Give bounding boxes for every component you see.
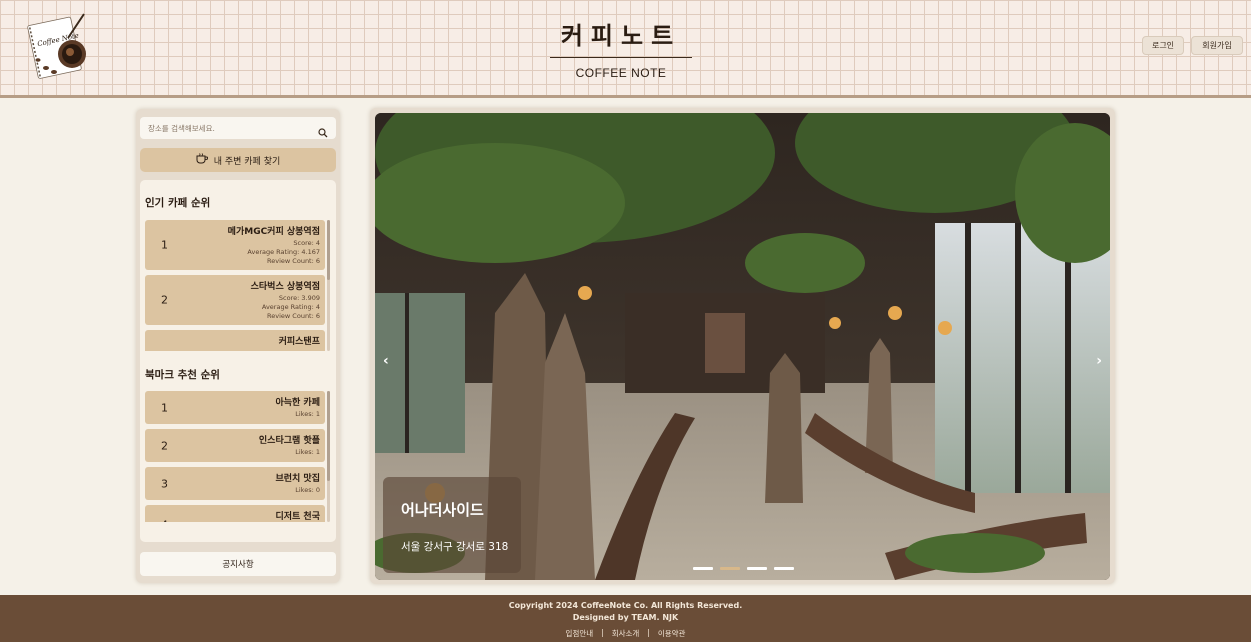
brand-title: 커피노트 COFFEE NOTE (550, 16, 692, 80)
site-footer: Copyright 2024 CoffeeNote Co. All Rights… (0, 595, 1251, 642)
popular-cafe-item[interactable]: 3 커피스탠프 (145, 330, 325, 351)
slide-caption: 어나더사이드 서울 강서구 강서로 318 (383, 477, 521, 573)
bookmark-likes: Likes: 1 (295, 410, 320, 418)
bookmark-scrollbar-thumb[interactable] (327, 391, 330, 481)
bookmark-item[interactable]: 3 브런치 맛집 Likes: 0 (145, 467, 325, 500)
cafe-name: 스타벅스 상봉역점 (250, 282, 320, 292)
footer-separator: | (647, 628, 650, 637)
cafe-carousel: ‹ › 어나더사이드 서울 강서구 강서로 318 (370, 108, 1115, 584)
cafe-address: 서울 강서구 강서로 318 (401, 541, 509, 553)
bookmark-scrollbar[interactable] (327, 391, 330, 522)
carousel-indicators (693, 567, 794, 570)
designed-by-text: Designed by TEAM. NJK (572, 613, 679, 622)
rank-number: 3 (161, 477, 168, 490)
cafe-review-count: Review Count: 6 (267, 312, 320, 320)
coffee-note-logo[interactable]: Coffee Note (24, 10, 92, 80)
carousel-prev-button[interactable]: ‹ (383, 353, 389, 369)
carousel-slide[interactable]: ‹ › 어나더사이드 서울 강서구 강서로 318 (375, 113, 1110, 580)
footer-separator: | (601, 628, 604, 637)
bookmark-name: 디저트 천국 (275, 512, 320, 522)
bookmark-item[interactable]: 2 인스타그램 핫플 Likes: 1 (145, 429, 325, 462)
popular-cafe-item[interactable]: 1 메가MGC커피 상봉역점 Score: 4 Average Rating: … (145, 220, 325, 270)
carousel-indicator-3[interactable] (747, 567, 767, 570)
bookmark-likes: Likes: 1 (295, 448, 320, 456)
popular-cafe-list: 1 메가MGC커피 상봉역점 Score: 4 Average Rating: … (145, 220, 325, 351)
bookmark-list: 1 아늑한 카페 Likes: 1 2 인스타그램 핫플 Likes: 1 3 … (145, 391, 325, 522)
search-input[interactable] (148, 123, 318, 133)
bookmark-name: 아늑한 카페 (275, 398, 320, 408)
search-icon[interactable] (318, 123, 328, 138)
copyright-text: Copyright 2024 CoffeeNote Co. All Rights… (508, 601, 743, 610)
carousel-indicator-1[interactable] (693, 567, 713, 570)
popular-scrollbar-thumb[interactable] (327, 220, 330, 280)
site-header: Coffee Note 커피노트 COFFEE NOTE 로그인 회원가입 (0, 0, 1251, 98)
bookmark-likes: Likes: 0 (295, 486, 320, 494)
popular-cafe-item[interactable]: 2 스타벅스 상봉역점 Score: 3.909 Average Rating:… (145, 275, 325, 325)
brand-title-english: COFFEE NOTE (575, 66, 667, 80)
signup-button[interactable]: 회원가입 (1191, 36, 1243, 55)
carousel-indicator-2[interactable] (720, 567, 740, 570)
rank-number: 2 (161, 293, 168, 307)
cafe-name: 커피스탠프 (278, 337, 320, 347)
footer-link-terms[interactable]: 이용약관 (658, 628, 686, 639)
bookmark-ranking-title: 북마크 추천 순위 (145, 369, 220, 381)
brand-title-korean: 커피노트 (550, 16, 692, 58)
cafe-name: 메가MGC커피 상봉역점 (227, 227, 320, 237)
bookmark-item[interactable]: 1 아늑한 카페 Likes: 1 (145, 391, 325, 424)
login-button[interactable]: 로그인 (1142, 36, 1184, 55)
nearby-cafe-label: 내 주변 카페 찾기 (213, 156, 281, 167)
cafe-review-count: Review Count: 6 (267, 257, 320, 265)
rank-number: 1 (161, 401, 168, 414)
popular-scrollbar[interactable] (327, 220, 330, 351)
rank-number: 4 (161, 519, 168, 523)
popular-cafe-title: 인기 카페 순위 (145, 197, 211, 209)
rank-number: 2 (161, 439, 168, 452)
cafe-rating: Average Rating: 4 (261, 303, 320, 311)
bookmark-name: 브런치 맛집 (275, 474, 320, 484)
cafe-score: Score: 3.909 (278, 294, 320, 302)
footer-link-partnership[interactable]: 입점안내 (566, 628, 594, 639)
ranking-panel: 인기 카페 순위 1 메가MGC커피 상봉역점 Score: 4 Average… (140, 180, 336, 542)
cafe-rating: Average Rating: 4.167 (247, 248, 320, 256)
carousel-indicator-4[interactable] (774, 567, 794, 570)
cafe-title: 어나더사이드 (401, 501, 484, 519)
coffee-cup-icon (196, 153, 208, 167)
bookmark-name: 인스타그램 핫플 (258, 436, 320, 446)
bookmark-item[interactable]: 4 디저트 천국 (145, 505, 325, 522)
search-bar (140, 117, 336, 139)
rank-number: 3 (161, 350, 168, 352)
notice-button[interactable]: 공지사항 (140, 552, 336, 576)
sidebar: 내 주변 카페 찾기 인기 카페 순위 1 메가MGC커피 상봉역점 Score… (136, 109, 340, 583)
cafe-score: Score: 4 (293, 239, 320, 247)
rank-number: 1 (161, 238, 168, 252)
footer-link-about[interactable]: 회사소개 (612, 628, 640, 639)
nearby-cafe-button[interactable]: 내 주변 카페 찾기 (140, 148, 336, 172)
carousel-next-button[interactable]: › (1096, 353, 1102, 369)
footer-links: 입점안내 | 회사소개 | 이용약관 (0, 628, 1251, 639)
